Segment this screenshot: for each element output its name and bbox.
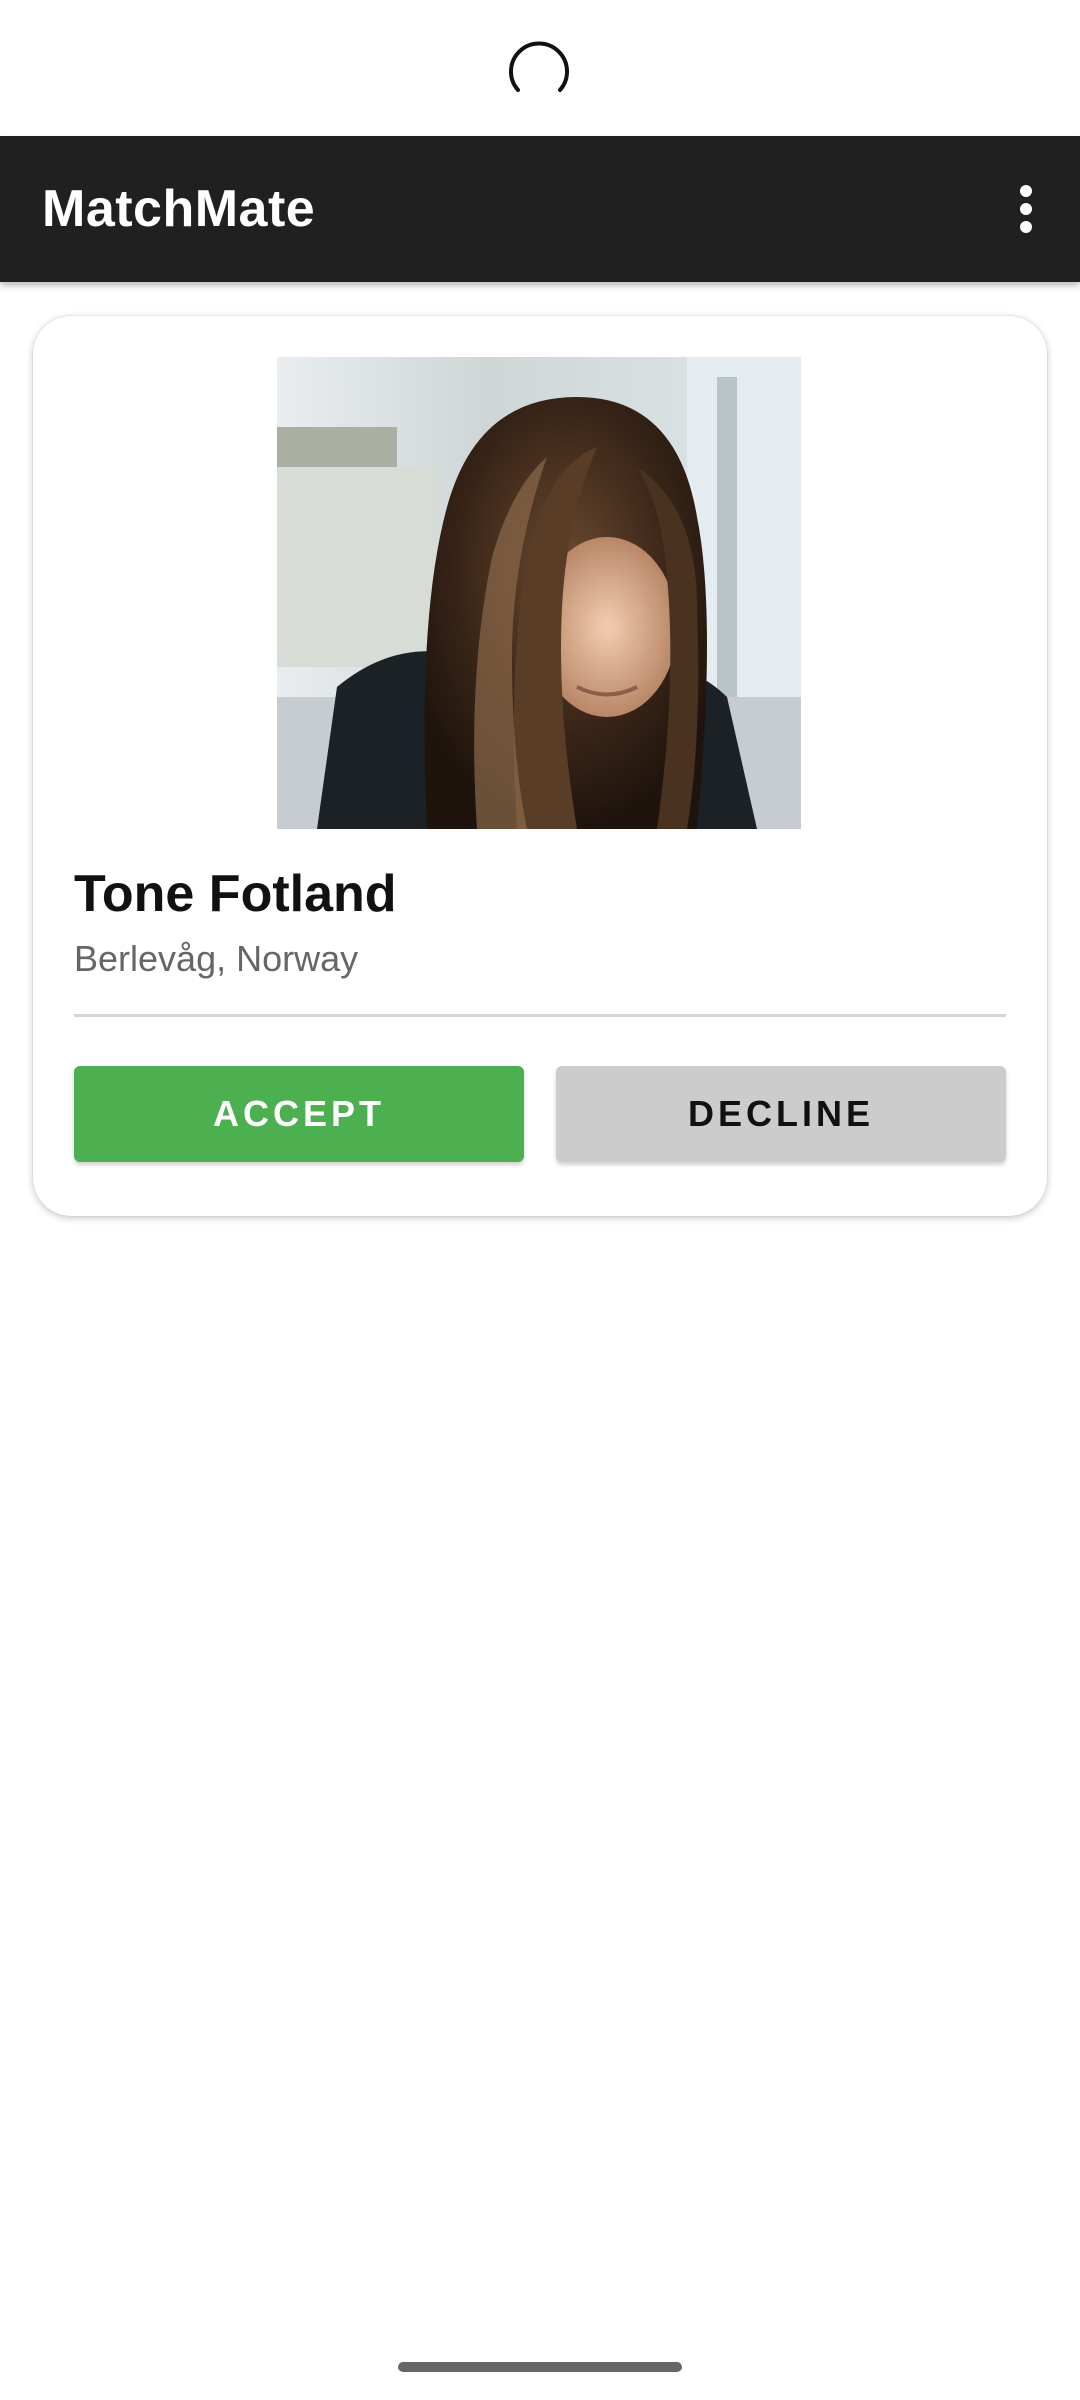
divider (74, 1014, 1006, 1017)
loading-spinner-icon (509, 41, 569, 92)
profile-name: Tone Fotland (74, 865, 397, 923)
home-indicator[interactable] (398, 2362, 682, 2372)
decline-button[interactable]: DECLINE (556, 1066, 1006, 1162)
more-vert-icon[interactable] (990, 173, 1062, 245)
profile-photo (277, 357, 801, 829)
status-bar (0, 0, 1080, 136)
profile-card: Tone Fotland Berlevåg, Norway ACCEPT DEC… (33, 316, 1047, 1216)
profile-location: Berlevåg, Norway (74, 938, 359, 979)
app-bar: MatchMate (0, 136, 1080, 282)
accept-button[interactable]: ACCEPT (74, 1066, 524, 1162)
app-title: MatchMate (42, 180, 316, 238)
